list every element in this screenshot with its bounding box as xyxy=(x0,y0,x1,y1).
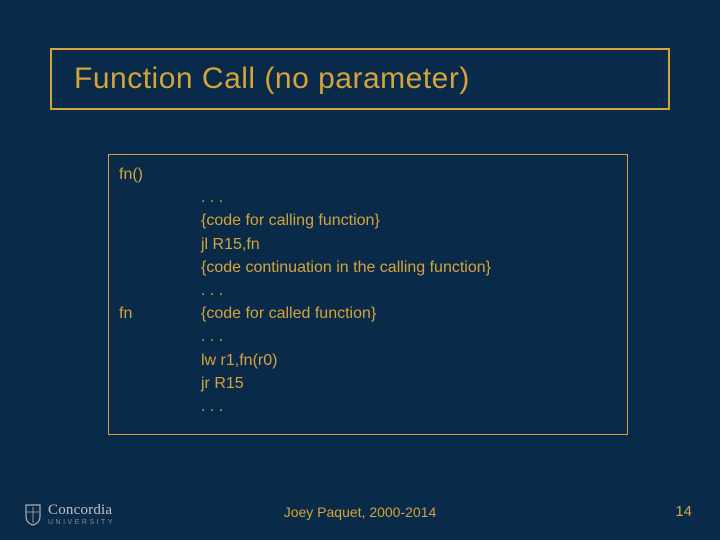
code-row: {code for calling function} xyxy=(119,209,617,232)
code-row: lw r1,fn(r0) xyxy=(119,349,617,372)
code-text: jr R15 xyxy=(201,372,617,395)
code-text: . . . xyxy=(201,279,617,302)
code-row: fn() xyxy=(119,163,617,186)
code-box: fn() . . . {code for calling function} j… xyxy=(108,154,628,435)
shield-icon xyxy=(24,504,42,526)
code-label xyxy=(119,209,201,232)
title-box: Function Call (no parameter) xyxy=(50,48,670,110)
code-row: . . . xyxy=(119,186,617,209)
code-row: . . . xyxy=(119,325,617,348)
code-row: . . . xyxy=(119,279,617,302)
code-label xyxy=(119,349,201,372)
code-row: {code continuation in the calling functi… xyxy=(119,256,617,279)
code-text xyxy=(201,163,617,186)
code-text: {code continuation in the calling functi… xyxy=(201,256,617,279)
code-row: . . . xyxy=(119,395,617,418)
code-label: fn xyxy=(119,302,201,325)
code-text: {code for called function} xyxy=(201,302,617,325)
brand: Concordia UNIVERSITY xyxy=(24,503,115,526)
code-row: jr R15 xyxy=(119,372,617,395)
code-text: {code for calling function} xyxy=(201,209,617,232)
code-text: . . . xyxy=(201,186,617,209)
code-label xyxy=(119,186,201,209)
code-label xyxy=(119,233,201,256)
code-label xyxy=(119,372,201,395)
code-label xyxy=(119,395,201,418)
page-number: 14 xyxy=(675,503,692,520)
code-row: jl R15,fn xyxy=(119,233,617,256)
code-text: jl R15,fn xyxy=(201,233,617,256)
brand-name: Concordia xyxy=(48,503,115,518)
code-text: . . . xyxy=(201,395,617,418)
brand-sub: UNIVERSITY xyxy=(48,519,115,526)
code-label xyxy=(119,279,201,302)
code-text: lw r1,fn(r0) xyxy=(201,349,617,372)
code-row: fn {code for called function} xyxy=(119,302,617,325)
code-label xyxy=(119,256,201,279)
slide-title: Function Call (no parameter) xyxy=(74,62,646,96)
code-label xyxy=(119,325,201,348)
code-label: fn() xyxy=(119,163,201,186)
code-text: . . . xyxy=(201,325,617,348)
brand-text: Concordia UNIVERSITY xyxy=(48,503,115,526)
